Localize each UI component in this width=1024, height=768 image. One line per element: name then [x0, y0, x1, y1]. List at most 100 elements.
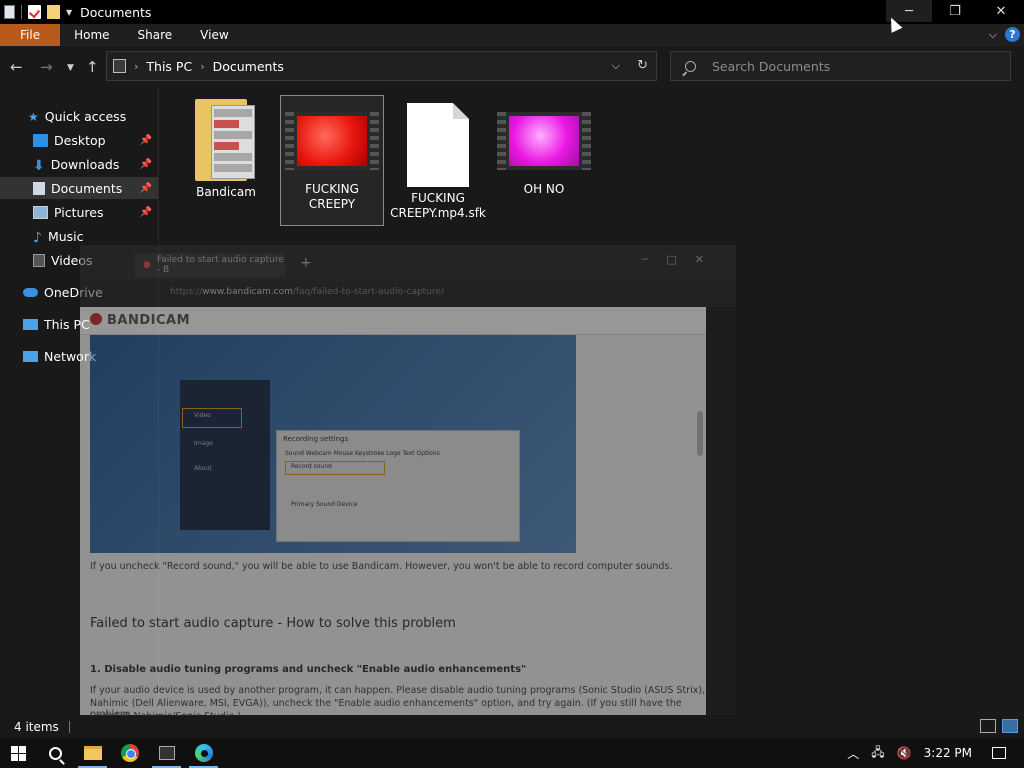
folder-icon — [195, 99, 257, 181]
expand-ribbon-chevron-icon[interactable]: ⌵ — [989, 28, 997, 42]
desktop-icon — [33, 133, 48, 147]
customize-toolbar-chevron-icon[interactable]: ▼ — [66, 8, 72, 17]
sidebar-item-downloads[interactable]: ⬇ Downloads 📌 — [0, 153, 158, 175]
quick-access-toolbar: ▼ — [0, 5, 72, 19]
help-icon[interactable]: ? — [1005, 27, 1020, 42]
back-arrow-icon[interactable]: ← — [10, 58, 23, 76]
sidebar-item-documents[interactable]: Documents 📌 — [0, 177, 158, 199]
recent-locations-chevron-icon[interactable]: ▼ — [67, 63, 74, 73]
taskbar-edge[interactable] — [185, 738, 222, 768]
address-bar[interactable]: › This PC › Documents ⌵ ↻ — [106, 51, 657, 81]
address-dropdown-chevron-icon[interactable]: ⌵ — [612, 59, 620, 73]
file-item-oh-no[interactable]: OH NO — [492, 100, 596, 197]
sidebar-item-label: Documents — [51, 180, 123, 196]
cloud-icon — [23, 287, 38, 297]
browser-window-controls[interactable]: ─□✕ — [642, 253, 722, 266]
tab-share[interactable]: Share — [124, 24, 187, 46]
document-file-icon — [407, 103, 469, 187]
video-thumbnail — [297, 116, 367, 166]
status-divider — [68, 721, 70, 733]
video-file-icon — [285, 112, 379, 170]
edge-icon — [194, 744, 213, 762]
new-tab-icon[interactable]: + — [300, 255, 312, 271]
browser-url-bar[interactable]: https://www.bandicam.com/faq/failed-to-s… — [80, 281, 736, 307]
network-icon — [23, 350, 38, 362]
large-icons-view-icon[interactable] — [1002, 719, 1018, 733]
music-icon: ♪ — [33, 229, 42, 246]
taskbar-chrome[interactable] — [111, 738, 148, 768]
system-tray: ︿ 🖧 🔇 3:22 PM — [847, 738, 1024, 768]
settings-side-panel: Video Image About — [180, 380, 270, 530]
details-view-icon[interactable] — [980, 719, 996, 733]
star-icon: ★ — [28, 109, 39, 124]
breadcrumb-this-pc[interactable]: This PC — [146, 59, 192, 74]
pin-icon[interactable]: 📌 — [140, 159, 152, 170]
new-folder-icon[interactable] — [47, 5, 60, 19]
videos-icon — [33, 253, 45, 267]
site-header: BANDICAM — [80, 307, 706, 335]
browser-tab-bar: ● Failed to start audio capture - B + ─□… — [80, 245, 736, 281]
article-paragraph: If you uncheck "Record sound," you will … — [90, 561, 673, 572]
network-status-icon[interactable]: 🖧 — [871, 743, 884, 764]
pin-icon[interactable]: 📌 — [140, 135, 152, 146]
notification-center-icon[interactable] — [992, 747, 1006, 759]
sidebar-item-label: Music — [47, 228, 84, 244]
search-input[interactable]: Search Documents — [670, 51, 1011, 81]
view-toggle — [980, 719, 1018, 733]
forward-arrow-icon[interactable]: → — [40, 58, 53, 76]
properties-icon[interactable] — [28, 5, 41, 19]
tab-home[interactable]: Home — [60, 24, 123, 46]
document-icon — [33, 181, 45, 195]
explorer-app-icon[interactable] — [4, 5, 15, 19]
search-placeholder: Search Documents — [712, 58, 831, 74]
tab-view[interactable]: View — [186, 24, 242, 46]
file-name: Bandicam — [196, 185, 256, 199]
settings-screenshot-image: Video Image About Recording settings Sou… — [90, 335, 576, 553]
file-name: OH NO — [523, 182, 565, 196]
restore-button[interactable]: ❐ — [932, 0, 978, 22]
browser-page: BANDICAM Video Image About Recording set… — [80, 307, 706, 722]
pictures-icon — [33, 205, 48, 219]
bandicam-icon — [158, 746, 175, 760]
volume-muted-icon[interactable]: 🔇 — [897, 746, 912, 760]
close-button[interactable]: ✕ — [978, 0, 1024, 22]
video-thumbnail — [509, 116, 579, 166]
taskbar: ︿ 🖧 🔇 3:22 PM — [0, 738, 1024, 768]
taskbar-search-button[interactable] — [37, 738, 74, 768]
breadcrumb-documents[interactable]: Documents — [213, 59, 284, 74]
file-item-fucking-creepy-sfk[interactable]: FUCKING CREEPY.mp4.sfk — [386, 103, 490, 221]
browser-tab-title: Failed to start audio capture - B — [156, 255, 284, 275]
breadcrumb-chevron-icon[interactable]: › — [200, 60, 204, 73]
clock[interactable]: 3:22 PM — [924, 746, 972, 760]
file-name: FUCKING CREEPY — [305, 182, 359, 211]
taskbar-file-explorer[interactable] — [74, 738, 111, 768]
ghost-browser-window: ● Failed to start audio capture - B + ─□… — [80, 245, 736, 722]
ribbon-right-controls: ⌵ ? — [989, 27, 1020, 42]
breadcrumb-chevron-icon[interactable]: › — [134, 60, 138, 73]
article-paragraph: If your audio device is used by another … — [90, 685, 706, 696]
start-button[interactable] — [0, 738, 37, 768]
sidebar-item-music[interactable]: ♪ Music — [0, 225, 158, 247]
refresh-icon[interactable]: ↻ — [637, 58, 648, 73]
window-title: Documents — [80, 4, 152, 20]
file-item-bandicam[interactable]: Bandicam — [174, 99, 278, 200]
item-count: 4 items — [14, 720, 59, 734]
title-bar: ▼ Documents ─ ❐ ✕ — [0, 0, 1024, 24]
location-icon — [113, 59, 126, 73]
browser-tab[interactable]: ● Failed to start audio capture - B — [135, 253, 285, 277]
pin-icon[interactable]: 📌 — [140, 207, 152, 218]
show-hidden-icons-chevron-icon[interactable]: ︿ — [847, 745, 859, 762]
sidebar-item-pictures[interactable]: Pictures 📌 — [0, 201, 158, 223]
window-controls: ─ ❐ ✕ — [886, 0, 1024, 22]
article-heading: Failed to start audio capture - How to s… — [90, 616, 456, 631]
sidebar-item-desktop[interactable]: Desktop 📌 — [0, 129, 158, 151]
pin-icon[interactable]: 📌 — [140, 183, 152, 194]
sidebar-item-label: Downloads — [50, 156, 120, 172]
browser-scrollbar[interactable] — [697, 411, 703, 456]
sidebar-item-quick-access[interactable]: ★ Quick access — [0, 105, 158, 127]
sidebar-item-label: Quick access — [44, 108, 127, 124]
file-item-fucking-creepy[interactable]: FUCKING CREEPY — [280, 95, 384, 226]
tab-file[interactable]: File — [0, 24, 61, 46]
taskbar-bandicam[interactable] — [148, 738, 185, 768]
up-arrow-icon[interactable]: ↑ — [86, 58, 99, 76]
